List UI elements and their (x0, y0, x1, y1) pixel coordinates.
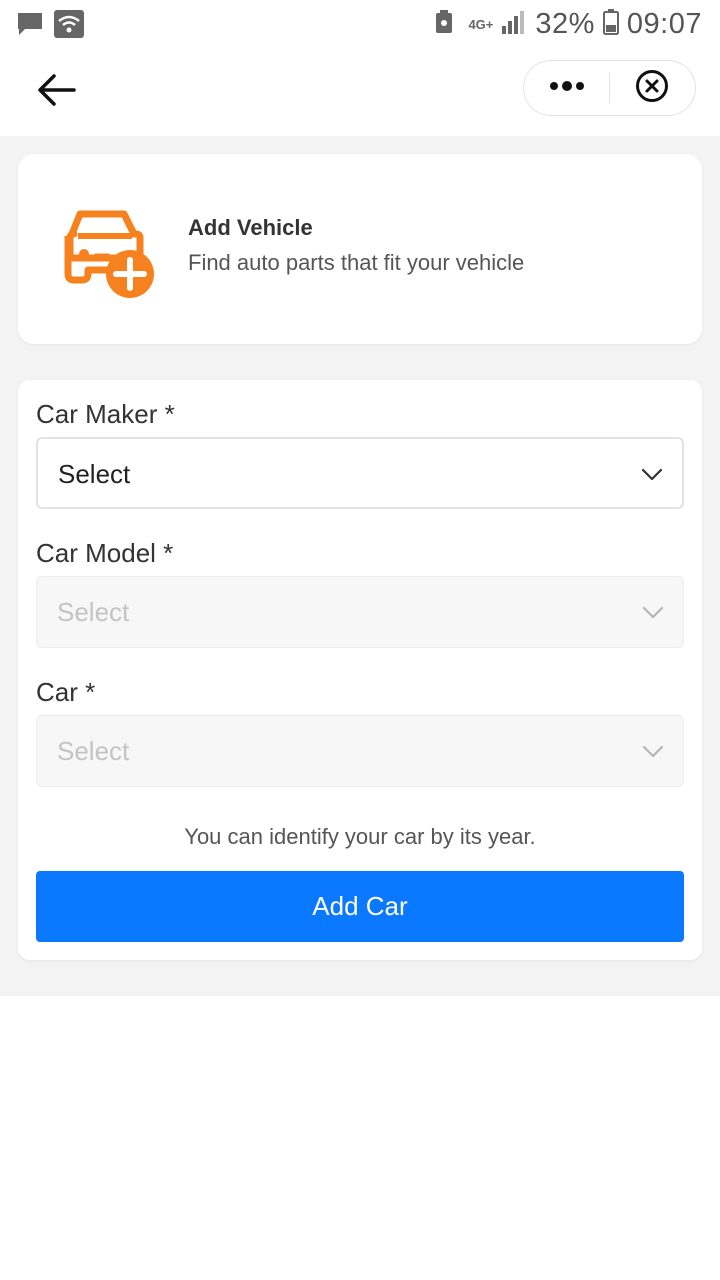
more-button[interactable] (524, 60, 609, 116)
wifi-icon (54, 10, 84, 43)
more-dots-icon (549, 79, 585, 97)
car-maker-label: Car Maker * (36, 399, 175, 429)
car-maker-select[interactable]: Select (36, 437, 684, 509)
signal-icon (501, 10, 527, 39)
add-car-button[interactable]: Add Car (36, 871, 684, 942)
content-area: Add Vehicle Find auto parts that fit you… (0, 136, 720, 996)
car-model-select[interactable]: Select (36, 576, 684, 648)
car-model-label: Car Model * (36, 538, 174, 568)
arrow-left-icon (36, 73, 76, 112)
banner-subtitle: Find auto parts that fit your vehicle (188, 250, 525, 275)
add-vehicle-banner: Add Vehicle Find auto parts that fit you… (18, 154, 702, 344)
close-button[interactable] (610, 60, 695, 116)
nav-bar (0, 50, 720, 136)
clock: 09:07 (626, 8, 702, 40)
miniprogram-capsule (523, 60, 696, 116)
car-model-value: Select (57, 597, 130, 627)
chevron-down-icon (641, 600, 665, 624)
year-hint: You can identify your car by its year. (184, 824, 536, 849)
car-select[interactable]: Select (36, 715, 684, 787)
status-bar: 4G+ 32% 09:07 (0, 0, 720, 50)
back-button[interactable] (30, 70, 82, 114)
vehicle-form: Car Maker * Select Car Model * Select Ca… (18, 380, 702, 960)
car-plus-icon (58, 202, 158, 302)
chevron-down-icon (640, 462, 664, 486)
car-value: Select (57, 736, 130, 766)
car-maker-value: Select (58, 459, 131, 489)
battery-icon (602, 9, 619, 40)
car-label: Car * (36, 677, 96, 707)
banner-title: Add Vehicle (188, 215, 313, 240)
lock-battery-icon (434, 9, 454, 40)
chat-bubble-icon (16, 11, 44, 42)
chevron-down-icon (641, 739, 665, 763)
close-circle-icon (635, 69, 669, 108)
battery-percent: 32% (535, 8, 595, 40)
network-type: 4G+ (468, 17, 494, 32)
